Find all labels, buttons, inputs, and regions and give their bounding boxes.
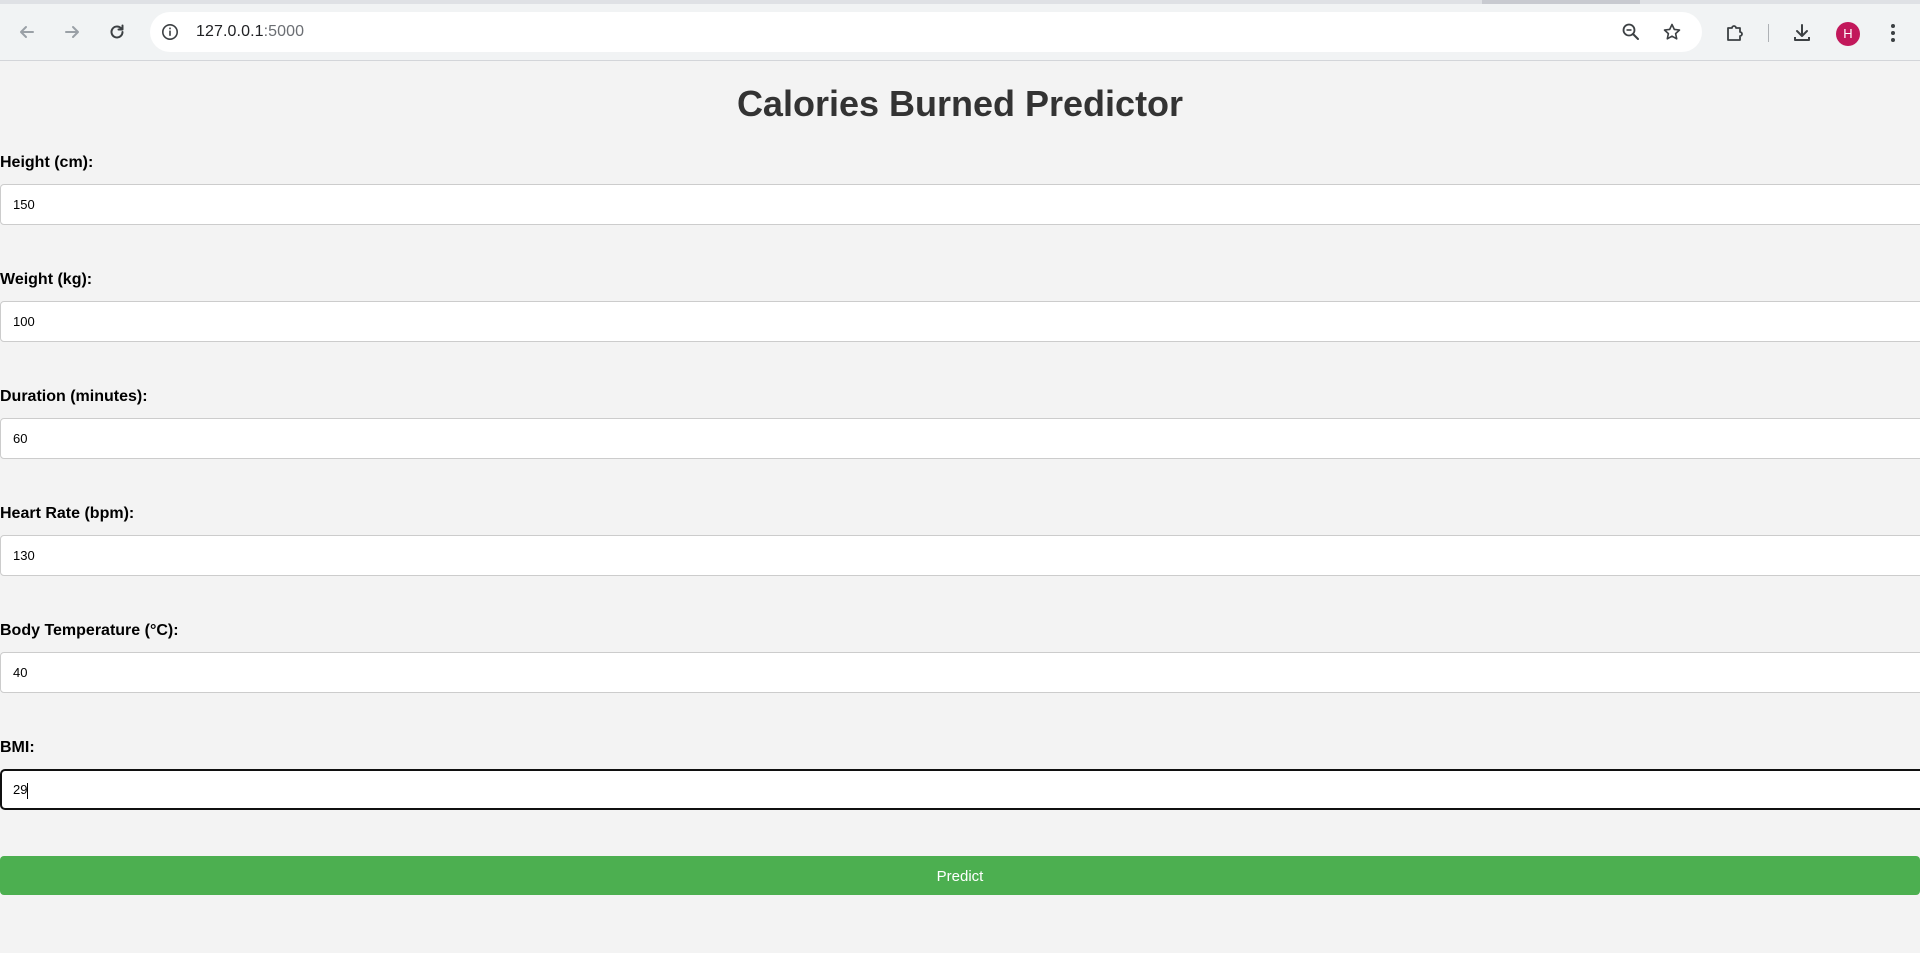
reload-button[interactable]	[101, 16, 133, 48]
heart-rate-input[interactable]: 130	[0, 535, 1920, 576]
address-bar[interactable]: 127.0.0.1:5000	[150, 12, 1702, 52]
weight-label: Weight (kg):	[0, 271, 93, 288]
zoom-out-icon[interactable]	[1619, 20, 1643, 44]
url-port: :5000	[263, 23, 305, 40]
info-icon[interactable]	[160, 22, 180, 42]
browser-toolbar: 127.0.0.1:5000 H	[0, 4, 1920, 61]
kebab-menu-icon[interactable]	[1880, 20, 1906, 46]
puzzle-icon[interactable]	[1722, 20, 1748, 46]
text-caret	[27, 782, 29, 799]
bmi-input-value: 29	[13, 782, 28, 797]
page-content: Calories Burned Predictor Height (cm): 1…	[0, 61, 1920, 953]
page-title: Calories Burned Predictor	[736, 83, 1184, 124]
forward-button[interactable]	[56, 16, 88, 48]
heart-rate-label: Heart Rate (bpm):	[0, 505, 135, 522]
height-label: Height (cm):	[0, 154, 94, 171]
url-text: 127.0.0.1:5000	[196, 12, 304, 52]
bmi-label: BMI:	[0, 739, 35, 756]
duration-label: Duration (minutes):	[0, 388, 148, 405]
body-temperature-label: Body Temperature (°C):	[0, 622, 179, 639]
reload-icon	[110, 24, 124, 39]
back-arrow-icon	[20, 26, 34, 38]
weight-input[interactable]: 100	[0, 301, 1920, 342]
star-icon[interactable]	[1660, 20, 1684, 44]
forward-arrow-icon	[65, 26, 79, 38]
back-button[interactable]	[11, 16, 43, 48]
bmi-input[interactable]: 29	[0, 769, 1920, 810]
download-icon[interactable]	[1789, 20, 1815, 46]
height-input[interactable]: 150	[0, 184, 1920, 225]
browser-window-bar: 127.0.0.1:5000 H	[0, 0, 1920, 61]
url-host: 127.0.0.1	[196, 23, 264, 40]
predict-button[interactable]: Predict	[0, 856, 1920, 895]
body-temperature-input[interactable]: 40	[0, 652, 1920, 693]
duration-input[interactable]: 60	[0, 418, 1920, 459]
avatar[interactable]: H	[1836, 22, 1860, 46]
toolbar-divider	[1768, 24, 1769, 42]
